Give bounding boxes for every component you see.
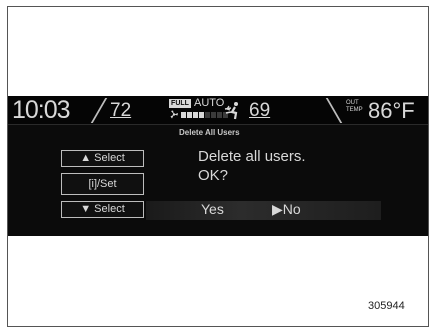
status-bar: 10:03 72 FULL AUTO 69 OUT TEMP 86°F: [8, 96, 428, 125]
outside-temp-label: OUT TEMP: [346, 100, 363, 113]
fan-level-segment: [205, 112, 210, 118]
no-option[interactable]: ▶No: [272, 201, 301, 218]
outside-temperature: 86°F: [368, 98, 415, 123]
clock: 10:03: [12, 96, 71, 124]
confirm-message-line1: Delete all users.: [198, 148, 306, 165]
fan-mode-badge: FULL: [169, 99, 191, 108]
fan-icon: [170, 110, 178, 119]
divider: [90, 98, 108, 123]
confirm-message-line2: OK?: [198, 167, 229, 184]
set-button[interactable]: [i]/Set: [61, 173, 144, 195]
display-screen: 10:03 72 FULL AUTO 69 OUT TEMP 86°F Dele…: [8, 96, 428, 236]
select-up-button[interactable]: ▲ Select: [61, 150, 144, 167]
passenger-temperature: 69: [249, 100, 271, 121]
yes-option[interactable]: Yes: [201, 201, 224, 217]
figure-id: 305944: [368, 300, 405, 312]
divider: [325, 98, 343, 123]
fan-level-segment: [187, 112, 192, 118]
airflow-mode-icon: [224, 102, 238, 120]
fan-level-segment: [193, 112, 198, 118]
driver-temperature: 72: [110, 100, 132, 121]
select-down-button[interactable]: ▼ Select: [61, 201, 144, 218]
fan-level-segment: [211, 112, 216, 118]
fan-level-segment: [181, 112, 186, 118]
fan-level-segment: [217, 112, 222, 118]
screen-title: Delete All Users: [179, 128, 240, 137]
fan-level-segment: [199, 112, 204, 118]
answer-bar: [146, 201, 381, 220]
fan-mode-label: AUTO: [194, 97, 225, 109]
